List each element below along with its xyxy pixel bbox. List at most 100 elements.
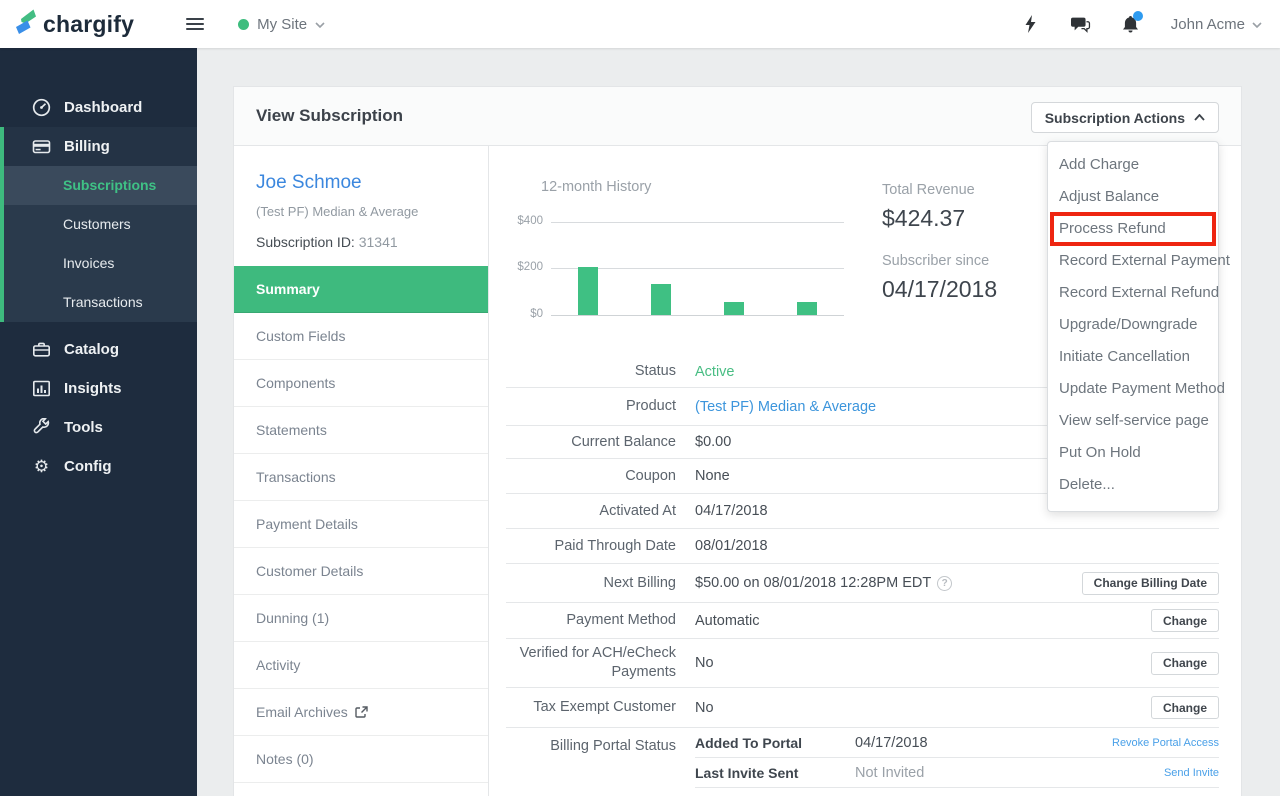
- gridline: [551, 222, 844, 223]
- portal-row-label: Last Invite Sent: [695, 764, 799, 781]
- chart-plot: $400 $200 $0: [517, 215, 844, 320]
- tab-transactions[interactable]: Transactions: [234, 454, 488, 501]
- row-label: Payment Method: [566, 612, 676, 629]
- row-label: Product: [626, 398, 676, 415]
- menu-item-initiate-cancellation[interactable]: Initiate Cancellation: [1048, 341, 1218, 373]
- change-ach-button[interactable]: Change: [1150, 651, 1219, 675]
- sidebar-item-customers[interactable]: Customers: [4, 205, 197, 244]
- menu-item-adjust-balance[interactable]: Adjust Balance: [1048, 181, 1218, 213]
- portal-row-added: Added To Portal 04/17/2018 Revoke Portal…: [695, 728, 1219, 758]
- row-label: Verified for ACH/eCheck Payments: [519, 645, 676, 680]
- chart-bar: [724, 302, 744, 315]
- menu-item-process-refund[interactable]: Process Refund: [1048, 212, 1218, 246]
- chat-icon[interactable]: [1070, 14, 1091, 34]
- tab-notes[interactable]: Notes (0): [234, 736, 488, 783]
- chevron-up-icon: [1194, 114, 1205, 121]
- y-axis-tick: $400: [517, 215, 543, 227]
- menu-item-put-on-hold[interactable]: Put On Hold: [1048, 437, 1218, 469]
- row-label: Billing Portal Status: [550, 738, 676, 754]
- table-row-payment-method: Payment Method Automatic Change: [506, 603, 1219, 639]
- site-status-dot: [238, 18, 250, 30]
- notifications-bell-icon[interactable]: [1121, 11, 1143, 34]
- catalog-briefcase-icon: [32, 342, 50, 357]
- menu-item-delete[interactable]: Delete...: [1048, 469, 1218, 501]
- user-menu[interactable]: John Acme: [1171, 15, 1262, 33]
- chart-bar: [578, 267, 598, 315]
- subscription-id-label: Subscription ID:: [256, 234, 355, 250]
- row-label: Status: [634, 363, 676, 380]
- tab-statements[interactable]: Statements: [234, 407, 488, 454]
- menu-item-add-charge[interactable]: Add Charge: [1048, 149, 1218, 181]
- menu-item-record-external-refund[interactable]: Record External Refund: [1048, 277, 1219, 309]
- customer-plan: (Test PF) Median & Average: [256, 204, 419, 219]
- chargify-logo[interactable]: chargify: [14, 8, 134, 40]
- subscription-id: Subscription ID: 31341: [256, 234, 468, 250]
- total-revenue-label: Total Revenue: [882, 182, 975, 198]
- subscription-actions-label: Subscription Actions: [1044, 109, 1185, 126]
- sidebar-item-insights[interactable]: Insights: [0, 369, 197, 408]
- subscription-actions-button[interactable]: Subscription Actions: [1030, 102, 1219, 133]
- site-selector[interactable]: My Site: [238, 15, 325, 33]
- menu-item-view-self-service-page[interactable]: View self-service page: [1048, 405, 1218, 437]
- change-billing-date-button[interactable]: Change Billing Date: [1081, 571, 1219, 595]
- chart-bar: [797, 302, 817, 315]
- user-name: John Acme: [1170, 15, 1245, 33]
- gridline: [551, 315, 844, 316]
- main-content: View Subscription Subscription Actions A…: [197, 48, 1280, 796]
- insights-chart-icon: [32, 380, 50, 397]
- send-invite-link[interactable]: Send Invite: [1164, 767, 1219, 779]
- tab-activity[interactable]: Activity: [234, 642, 488, 689]
- row-value: $50.00 on 08/01/2018 12:28PM EDT: [695, 575, 932, 591]
- sidebar-item-transactions[interactable]: Transactions: [4, 283, 197, 322]
- sidebar-item-tools[interactable]: Tools: [0, 408, 197, 447]
- change-tax-exempt-button[interactable]: Change: [1150, 696, 1219, 719]
- tab-custom-fields[interactable]: Custom Fields: [234, 313, 488, 360]
- sidebar-item-invoices[interactable]: Invoices: [4, 244, 197, 283]
- revoke-portal-access-link[interactable]: Revoke Portal Access: [1112, 737, 1219, 749]
- chargify-logo-icon: [14, 8, 38, 40]
- help-icon[interactable]: ?: [937, 575, 953, 591]
- row-label: Activated At: [599, 502, 676, 519]
- chart-title: 12-month History: [541, 179, 652, 195]
- tools-wrench-icon: [33, 418, 50, 434]
- row-label: Coupon: [625, 467, 676, 484]
- row-value: 08/01/2018: [695, 538, 768, 554]
- quick-actions-bolt-icon[interactable]: [1021, 14, 1041, 34]
- subscription-actions-wrap: Subscription Actions Add Charge Adjust B…: [1030, 102, 1230, 512]
- sidebar-item-subscriptions[interactable]: Subscriptions: [4, 166, 197, 205]
- change-payment-method-button[interactable]: Change: [1150, 609, 1219, 632]
- total-revenue-value: $424.37: [882, 205, 966, 231]
- menu-item-upgrade-downgrade[interactable]: Upgrade/Downgrade: [1048, 309, 1218, 341]
- tab-dunning[interactable]: Dunning (1): [234, 595, 488, 642]
- menu-icon[interactable]: [186, 15, 205, 33]
- menu-item-update-payment-method[interactable]: Update Payment Method: [1048, 373, 1225, 405]
- row-value: No: [695, 655, 714, 671]
- row-label: Next Billing: [603, 574, 676, 591]
- sidebar-item-label: Insights: [64, 380, 122, 397]
- sidebar-item-dashboard[interactable]: Dashboard: [0, 88, 197, 127]
- tab-email-archives[interactable]: Email Archives: [234, 689, 488, 736]
- row-label: Paid Through Date: [554, 537, 676, 554]
- tab-payment-details[interactable]: Payment Details: [234, 501, 488, 548]
- top-navbar: chargify My Site John Acme: [0, 0, 1280, 48]
- portal-row-label: Added To Portal: [695, 734, 803, 751]
- table-row-paid-through: Paid Through Date 08/01/2018: [506, 529, 1219, 564]
- total-revenue-stat: Total Revenue $424.37: [882, 182, 975, 232]
- external-link-icon: [355, 705, 368, 718]
- billing-submenu: Subscriptions Customers Invoices Transac…: [4, 166, 197, 322]
- menu-item-record-external-payment[interactable]: Record External Payment: [1048, 245, 1230, 277]
- tab-components[interactable]: Components: [234, 360, 488, 407]
- tab-customer-details[interactable]: Customer Details: [234, 548, 488, 595]
- product-link[interactable]: (Test PF) Median & Average: [695, 399, 876, 415]
- sidebar-item-billing[interactable]: Billing: [4, 127, 197, 166]
- dashboard-gauge-icon: [32, 98, 51, 117]
- subscription-id-value: 31341: [358, 234, 398, 250]
- portal-status-table: Added To Portal 04/17/2018 Revoke Portal…: [695, 728, 1219, 788]
- sidebar-item-catalog[interactable]: Catalog: [0, 330, 197, 369]
- tab-summary[interactable]: Summary: [234, 266, 488, 313]
- y-axis-tick: $0: [530, 308, 543, 320]
- menu-item-label: Process Refund: [1059, 220, 1166, 237]
- customer-name-link[interactable]: Joe Schmoe: [256, 172, 468, 194]
- row-label: Tax Exempt Customer: [533, 699, 676, 716]
- sidebar-item-config[interactable]: ⚙ Config: [0, 447, 197, 486]
